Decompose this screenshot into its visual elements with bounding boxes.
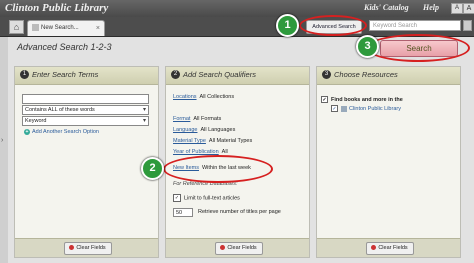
resource-checkbox[interactable]: ✓: [331, 105, 338, 112]
resource-item: ✓ Clinton Public Library: [331, 105, 401, 112]
top-bar: Clinton Public Library Kids' Catalog Hel…: [0, 0, 474, 17]
match-type-select[interactable]: Contains ALL of these words: [22, 105, 149, 115]
panel-title: Enter Search Terms: [32, 70, 99, 79]
qualifier-value: All Collections: [199, 94, 235, 100]
callout-step-2: 2: [141, 157, 164, 180]
search-field-select[interactable]: Keyword: [22, 116, 149, 126]
qualifier-link[interactable]: Format: [173, 116, 190, 122]
panel-header: 1 Enter Search Terms: [15, 67, 158, 85]
keyword-search-input[interactable]: Keyword Search: [369, 20, 461, 31]
step-number: 3: [322, 70, 331, 79]
callout-step-3: 3: [356, 35, 379, 58]
tab-label: New Search...: [41, 25, 79, 31]
qualifier-link[interactable]: Language: [173, 127, 197, 133]
qualifier-link[interactable]: Material Type: [173, 138, 206, 144]
results-per-page-select[interactable]: 50: [173, 208, 193, 217]
qualifier-value: All Material Types: [208, 138, 253, 144]
panel-choose-resources: 3 Choose Resources ✓ Find books and more …: [316, 66, 461, 258]
qualifier-language: Language All Languages: [173, 127, 235, 133]
clear-icon: [69, 245, 75, 251]
clear-label: Clear Fields: [76, 245, 106, 251]
qualifier-material-type: Material Type All Material Types: [173, 138, 252, 144]
group-checkbox[interactable]: ✓: [321, 96, 328, 103]
chevron-right-icon: ›: [1, 137, 4, 144]
panel-footer: Clear Fields: [15, 238, 158, 257]
group-label: Find books and more in the: [331, 96, 403, 103]
keyword-search-go-button[interactable]: [463, 20, 472, 31]
results-per-page-label: Retrieve number of titles per page: [198, 209, 281, 215]
library-brand: Clinton Public Library: [5, 2, 109, 14]
qualifier-link[interactable]: Locations: [173, 94, 197, 100]
qualifier-value: All Formats: [193, 116, 222, 122]
sidebar-toggle[interactable]: ›: [0, 37, 8, 263]
panel-footer: Clear Fields: [317, 238, 460, 257]
close-tab-icon[interactable]: ×: [96, 21, 100, 36]
resource-label[interactable]: Clinton Public Library: [349, 106, 401, 112]
qualifier-format: Format All Formats: [173, 116, 221, 122]
panel-header: 3 Choose Resources: [317, 67, 460, 85]
clear-fields-button[interactable]: Clear Fields: [214, 242, 263, 255]
home-icon[interactable]: ⌂: [9, 20, 24, 34]
plus-icon: +: [24, 129, 30, 135]
full-text-checkbox[interactable]: ✓: [173, 194, 181, 202]
add-search-option-link[interactable]: + Add Another Search Option: [24, 129, 99, 135]
kids-catalog-link[interactable]: Kids' Catalog: [364, 3, 409, 12]
step-number: 1: [20, 70, 29, 79]
panel-search-terms: 1 Enter Search Terms Contains ALL of the…: [14, 66, 159, 258]
full-text-label: Limit to full-text articles: [184, 195, 240, 202]
panel-header: 2 Add Search Qualifiers: [166, 67, 309, 85]
clear-fields-button[interactable]: Clear Fields: [365, 242, 414, 255]
panel-title: Add Search Qualifiers: [183, 70, 256, 79]
font-small-button[interactable]: A: [451, 3, 463, 14]
callout-step-1: 1: [276, 14, 299, 37]
clear-icon: [371, 245, 377, 251]
add-option-label: Add Another Search Option: [32, 129, 99, 135]
page-title: Advanced Search 1-2-3: [17, 42, 112, 52]
panel-title: Choose Resources: [334, 70, 398, 79]
clear-icon: [220, 245, 226, 251]
font-large-button[interactable]: A: [463, 3, 474, 14]
tab-new-search[interactable]: New Search... ×: [27, 20, 105, 36]
highlight-oval-advanced: [299, 15, 367, 36]
resource-group: ✓ Find books and more in the: [321, 96, 403, 103]
help-link[interactable]: Help: [423, 3, 439, 12]
full-text-limit: ✓ Limit to full-text articles: [173, 194, 240, 202]
search-terms-input[interactable]: [22, 94, 149, 104]
highlight-oval-new-items: [163, 155, 273, 183]
highlight-oval-search: [366, 34, 470, 62]
clear-fields-button[interactable]: Clear Fields: [63, 242, 112, 255]
qualifier-value: All Languages: [200, 127, 236, 133]
clear-label: Clear Fields: [227, 245, 257, 251]
search-tab-icon: [32, 23, 39, 31]
step-number: 2: [171, 70, 180, 79]
qualifier-locations: Locations All Collections: [173, 94, 234, 100]
panel-footer: Clear Fields: [166, 238, 309, 257]
library-icon: [341, 105, 347, 112]
clear-label: Clear Fields: [378, 245, 408, 251]
